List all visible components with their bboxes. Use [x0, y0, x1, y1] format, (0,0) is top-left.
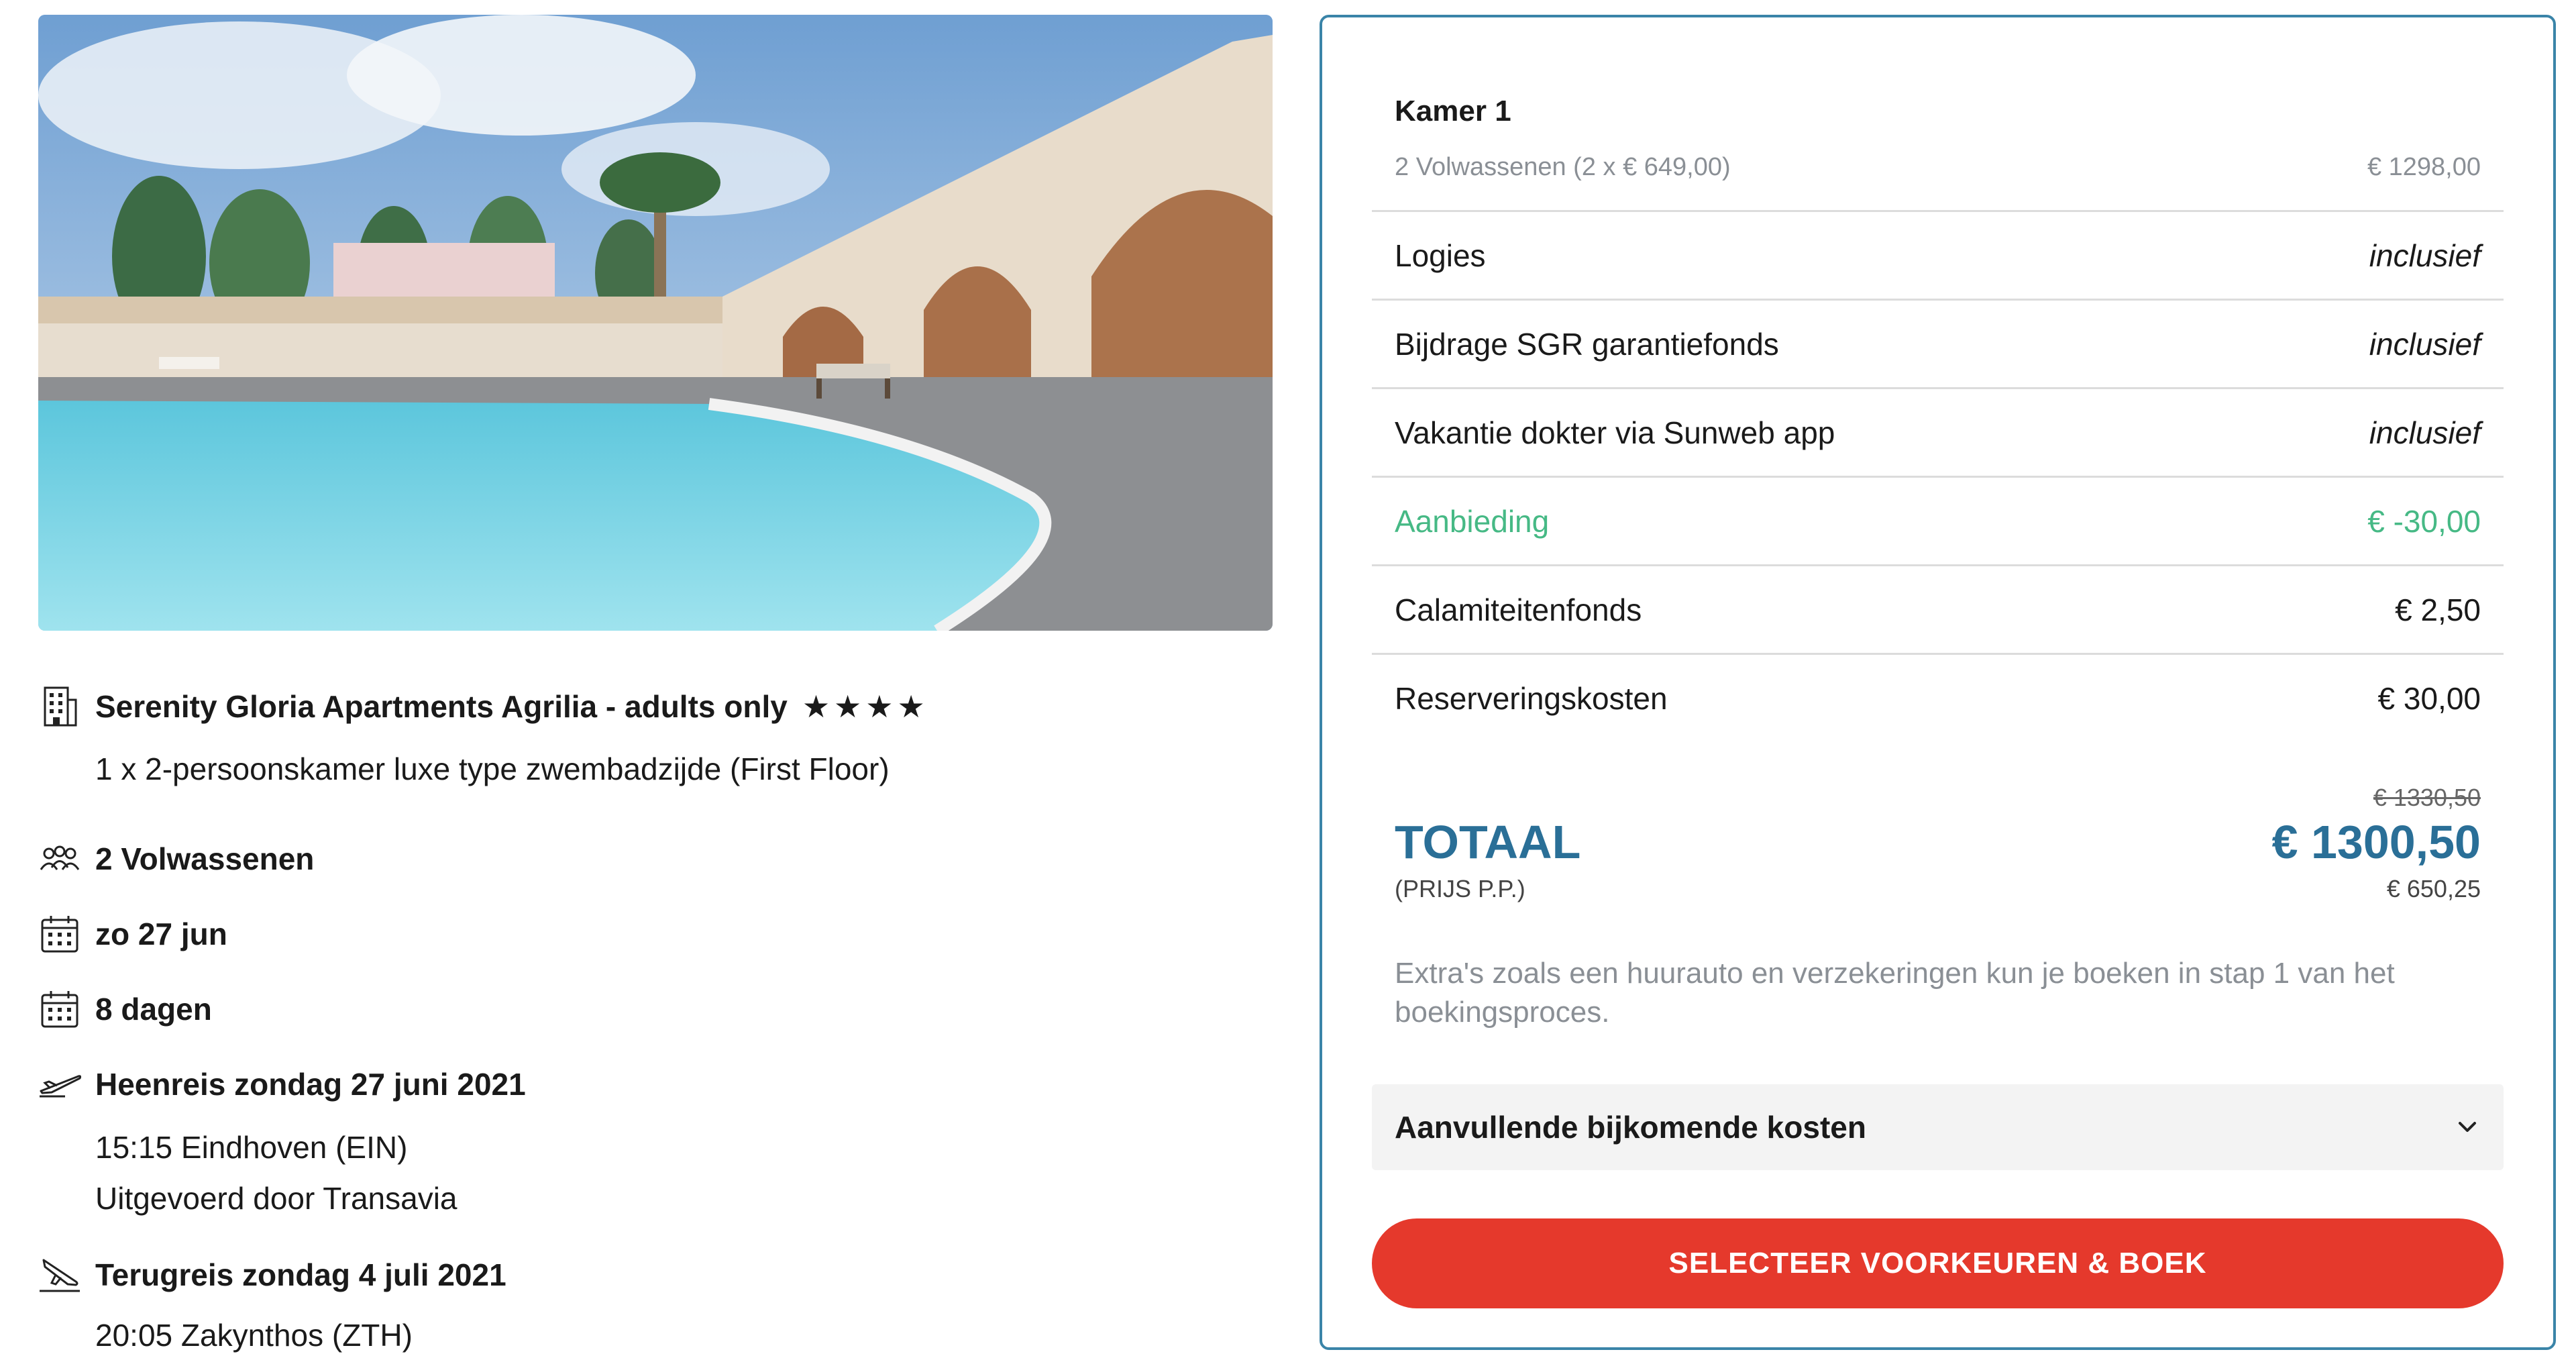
hotel-photo[interactable]	[38, 15, 1273, 631]
chevron-down-icon[interactable]	[2454, 1114, 2481, 1141]
line-discount: Aanbieding € -30,00	[1372, 476, 2504, 564]
return-title: Terugreis zondag 4 juli 2021	[95, 1257, 506, 1292]
room-price-line: 2 Volwassenen (2 x € 649,00) € 1298,00	[1395, 150, 2481, 184]
accommodation-panel: Serenity Gloria Apartments Agrilia - adu…	[38, 15, 1273, 1353]
line-label: Bijdrage SGR garantiefonds	[1395, 326, 1779, 362]
price-per-person-value: € 650,25	[2386, 875, 2481, 902]
trip-duration: 8 dagen	[95, 992, 212, 1027]
line-vacation-doctor: Vakantie dokter via Sunweb app inclusief	[1372, 387, 2504, 476]
plane-departure-icon	[38, 1063, 81, 1106]
calendar-duration-icon	[38, 988, 81, 1031]
line-label: Logies	[1395, 238, 1486, 273]
old-total-price: € 1330,50	[2373, 784, 2481, 811]
line-value: € 30,00	[2377, 680, 2481, 716]
line-calamity-fund: Calamiteitenfonds € 2,50	[1372, 564, 2504, 653]
room-price-value: € 1298,00	[2367, 153, 2481, 181]
pool-illustration	[38, 15, 1273, 631]
line-value: inclusief	[2369, 238, 2481, 273]
extras-note: Extra's zoals een huurauto en verzekerin…	[1395, 957, 2395, 1029]
accordion-label: Aanvullende bijkomende kosten	[1395, 1110, 1866, 1145]
line-label: Vakantie dokter via Sunweb app	[1395, 415, 1835, 450]
travellers-count: 2 Volwassenen	[95, 841, 315, 876]
line-value: inclusief	[2369, 415, 2481, 450]
line-label: Reserveringskosten	[1395, 680, 1668, 716]
outbound-carrier: Uitgevoerd door Transavia	[95, 1181, 458, 1216]
line-label: Calamiteitenfonds	[1395, 592, 1642, 627]
line-sgr-fund: Bijdrage SGR garantiefonds inclusief	[1372, 299, 2504, 387]
calendar-icon	[38, 913, 81, 955]
line-value: € 2,50	[2395, 592, 2481, 627]
hotel-name-line: Serenity Gloria Apartments Agrilia - adu…	[95, 688, 929, 725]
room-title: Kamer 1	[1395, 95, 1511, 127]
line-logies: Logies inclusief	[1372, 210, 2504, 299]
room-type: 1 x 2-persoonskamer luxe type zwembadzij…	[95, 751, 890, 786]
additional-costs-accordion[interactable]: Aanvullende bijkomende kosten	[1372, 1084, 2504, 1170]
outbound-time-airport: 15:15 Eindhoven (EIN)	[95, 1130, 408, 1165]
building-icon	[38, 685, 81, 728]
people-icon	[38, 837, 81, 880]
hotel-name[interactable]: Serenity Gloria Apartments Agrilia - adu…	[95, 689, 788, 724]
line-booking-fee: Reserveringskosten € 30,00	[1372, 653, 2504, 741]
select-preferences-book-button[interactable]: SELECTEER VOORKEUREN & BOEK	[1372, 1218, 2504, 1308]
star-rating: ★★★★	[802, 689, 929, 724]
total-price: € 1300,50	[2271, 816, 2481, 868]
line-value: inclusief	[2369, 326, 2481, 362]
outbound-title: Heenreis zondag 27 juni 2021	[95, 1067, 526, 1102]
total-label: TOTAAL	[1395, 816, 1581, 868]
room-price-label: 2 Volwassenen (2 x € 649,00)	[1395, 153, 1731, 181]
price-summary-card: Kamer 1 2 Volwassenen (2 x € 649,00) € 1…	[1320, 15, 2556, 1350]
return-time-airport: 20:05 Zakynthos (ZTH)	[95, 1318, 413, 1353]
line-value: € -30,00	[2367, 503, 2481, 539]
departure-date: zo 27 jun	[95, 917, 227, 951]
line-label: Aanbieding	[1395, 503, 1550, 539]
price-per-person-label: (PRIJS P.P.)	[1395, 875, 1525, 902]
plane-arrival-icon	[38, 1253, 81, 1296]
